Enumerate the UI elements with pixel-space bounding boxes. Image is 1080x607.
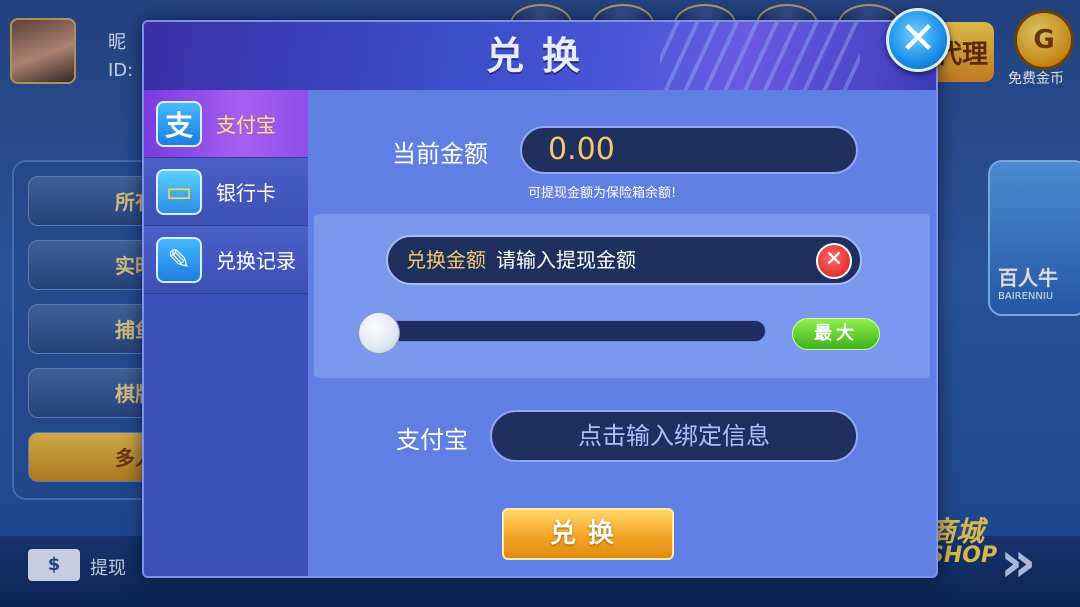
clear-amount-button[interactable]: ✕ (816, 243, 852, 279)
exchange-dialog: 兑换 支 支付宝 ▭ 银行卡 ✎ 兑换记录 当前金额 0.00 可提现金额为保险… (142, 20, 938, 578)
balance-note: 可提现金额为保险箱余额! (528, 186, 677, 201)
tab-bank-card-label: 银行卡 (216, 181, 276, 205)
alipay-icon: 支 (156, 100, 202, 147)
record-icon: ✎ (156, 236, 202, 283)
tab-alipay-label: 支付宝 (216, 113, 276, 137)
amount-slider-knob[interactable] (358, 312, 400, 354)
tab-bank-card[interactable]: ▭ 银行卡 (144, 158, 308, 226)
dialog-title: 兑换 (485, 34, 598, 78)
amount-slider-track[interactable] (364, 320, 766, 342)
amount-placeholder: 请输入提现金额 (496, 248, 636, 272)
bank-card-icon: ▭ (156, 168, 202, 215)
balance-value: 0.00 (520, 126, 858, 174)
amount-label: 兑换金额 (406, 248, 486, 272)
bind-info-button[interactable]: 点击输入绑定信息 (490, 410, 858, 462)
exchange-submit-button[interactable]: 兑换 (502, 508, 674, 560)
alipay-account-label: 支付宝 (396, 426, 468, 454)
tab-alipay[interactable]: 支 支付宝 (144, 90, 308, 158)
tab-exchange-record-label: 兑换记录 (216, 249, 296, 273)
max-button[interactable]: 最大 (792, 318, 880, 350)
amount-input[interactable]: 兑换金额 请输入提现金额 (386, 235, 862, 285)
tab-exchange-record[interactable]: ✎ 兑换记录 (144, 226, 308, 294)
balance-label: 当前金额 (392, 140, 488, 168)
exchange-content: 当前金额 0.00 可提现金额为保险箱余额! 兑换金额 请输入提现金额 ✕ 最大 … (308, 90, 936, 576)
close-icon[interactable]: ✕ (886, 8, 950, 72)
exchange-sidebar: 支 支付宝 ▭ 银行卡 ✎ 兑换记录 (144, 90, 308, 576)
